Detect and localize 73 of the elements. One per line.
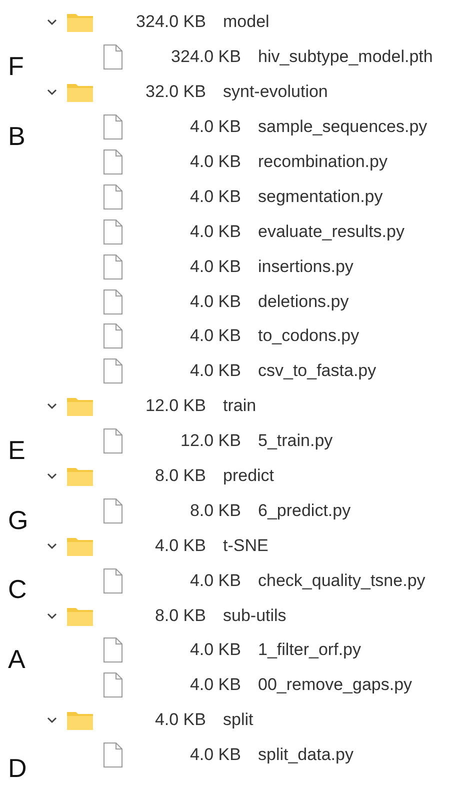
folder-name[interactable]: sub-utils [223,606,286,626]
file-icon [103,742,123,768]
folder-name[interactable]: synt-evolution [223,82,328,102]
file-name[interactable]: 00_remove_gaps.py [258,675,412,696]
panel-letter: F [8,51,24,82]
file-icon [103,428,123,454]
file-icon [103,149,123,175]
file-icon [103,218,123,245]
folder-name[interactable]: model [223,12,270,32]
folder-icon [67,710,93,730]
file-size: 4.0 KB [188,222,241,242]
panel-letter: G [8,504,28,536]
folder-icon [67,536,93,556]
folder-icon [67,12,93,32]
file-name[interactable]: 1_filter_orf.py [258,640,361,660]
file-name[interactable]: deletions.py [258,292,349,312]
file-icon [103,254,123,280]
panel-letter: E [8,434,26,466]
panel-letter: D [8,752,27,784]
file-name[interactable]: 5_train.py [258,431,333,452]
file-name[interactable]: recombination.py [258,152,388,172]
folder-size: 12.0 KB [144,396,206,416]
file-size: 4.0 KB [188,152,241,172]
folder-name[interactable]: predict [223,466,274,486]
file-size: 4.0 KB [188,361,241,382]
file-size: 324.0 KB [170,47,241,68]
file-size: 4.0 KB [188,640,241,660]
folder-name[interactable]: train [223,396,256,416]
file-name[interactable]: to_codons.py [258,326,360,346]
file-icon [103,498,123,524]
file-name[interactable]: check_quality_tsne.py [258,570,426,591]
file-name[interactable]: 6_predict.py [258,500,351,521]
folder-size: 4.0 KB [154,536,206,556]
folder-icon [67,82,93,102]
panel-letter: B [8,120,26,152]
file-size: 4.0 KB [188,570,241,591]
file-icon [103,184,123,210]
file-name[interactable]: sample_sequences.py [258,117,428,138]
file-size: 4.0 KB [188,256,241,277]
folder-name[interactable]: split [223,710,254,730]
file-icon [103,288,123,315]
folder-icon [67,466,93,486]
file-size: 4.0 KB [188,292,241,312]
file-name[interactable]: csv_to_fasta.py [258,361,376,382]
folder-name[interactable]: t-SNE [223,536,268,556]
folder-size: 8.0 KB [154,606,206,626]
folder-size: 32.0 KB [144,82,206,102]
file-size: 4.0 KB [188,745,241,766]
file-icon [103,323,123,350]
panel-letter: A [8,644,26,676]
file-size: 4.0 KB [188,117,241,138]
file-size: 4.0 KB [188,326,241,346]
file-name[interactable]: segmentation.py [258,186,383,207]
folder-icon [67,606,93,626]
folder-size: 324.0 KB [135,12,206,32]
file-name[interactable]: evaluate_results.py [258,222,404,242]
file-icon [103,44,123,70]
panel-letter: C [8,574,27,606]
file-icon [103,358,123,384]
folder-size: 4.0 KB [154,710,206,730]
file-size: 12.0 KB [180,431,241,452]
file-name[interactable]: hiv_subtype_model.pth [258,47,433,68]
file-size: 4.0 KB [188,675,241,696]
folder-size: 8.0 KB [154,466,206,486]
file-size: 4.0 KB [188,186,241,207]
file-icon [103,114,123,140]
file-icon [103,568,123,594]
file-icon [103,637,123,664]
file-icon [103,672,123,698]
file-name[interactable]: insertions.py [258,256,354,277]
file-name[interactable]: split_data.py [258,745,354,766]
file-size: 8.0 KB [188,500,241,521]
folder-icon [67,396,93,416]
